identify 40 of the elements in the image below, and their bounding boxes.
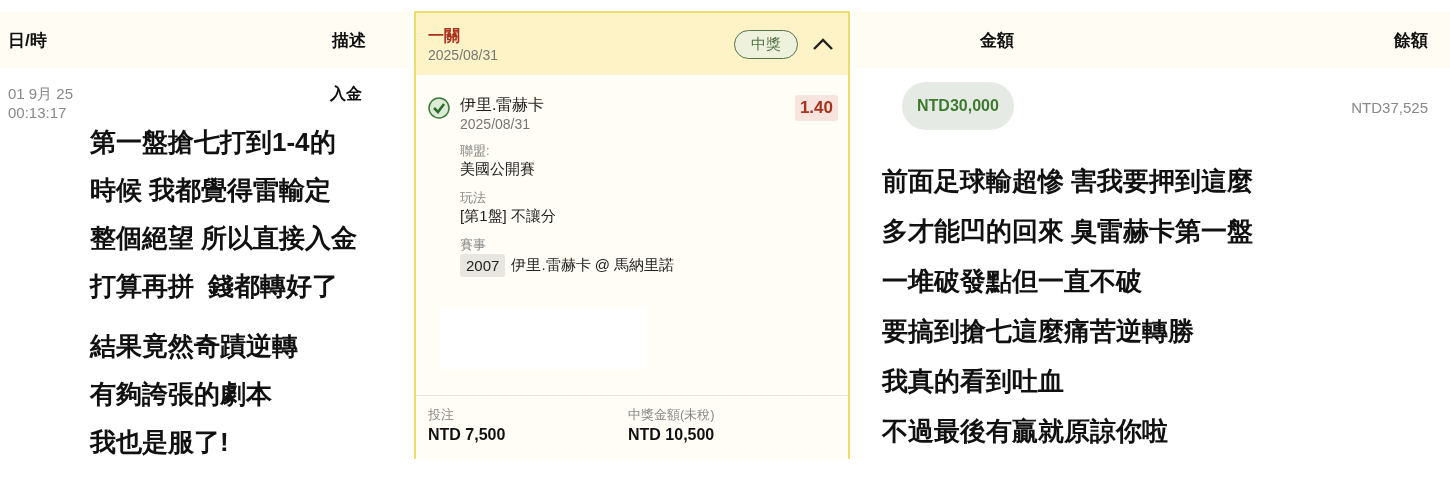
column-header: 金額 xyxy=(980,29,1014,52)
payout-amount: NTD 10,500 xyxy=(628,426,716,444)
balance-text: NTD37,525 xyxy=(1351,99,1428,116)
column-header: 日/時 xyxy=(8,29,47,52)
detail-label: 玩法 xyxy=(460,189,487,207)
payout-label: 中獎金額(未稅) xyxy=(628,406,716,424)
amount-pill: NTD30,000 xyxy=(902,82,1014,130)
caption-text: 不過最後有贏就原諒你啦 xyxy=(882,415,1169,448)
caption-text: 時候 我都覺得雷輸定 xyxy=(90,174,333,207)
caption-text: 要搞到搶七這麼痛苦逆轉勝 xyxy=(882,315,1195,348)
selection-name: 伊里.雷赫卡 xyxy=(460,95,546,115)
detail-label: 賽事 xyxy=(460,236,487,254)
bet-title: 一關 xyxy=(428,25,461,46)
caption-text: 打算再拼 錢都轉好了 xyxy=(90,270,340,303)
caption-text: 有夠誇張的劇本 xyxy=(90,378,273,411)
caption-text: 多才能凹的回來 臭雷赫卡第一盤 xyxy=(882,215,1255,248)
detail-value: 美國公開賽 xyxy=(460,160,535,179)
event-code: 2007 xyxy=(460,254,506,277)
caption-text: 我也是服了! xyxy=(90,426,230,459)
status-badge: 中獎 xyxy=(734,29,798,59)
odds-badge: 1.40 xyxy=(794,95,838,121)
description-text: 入金 xyxy=(330,84,362,104)
column-header: 餘額 xyxy=(1394,29,1428,52)
time-text: 00:13:17 xyxy=(8,103,68,122)
column-header: 描述 xyxy=(332,29,366,52)
caption-text: 結果竟然奇蹟逆轉 xyxy=(90,330,299,363)
caption-text: 一堆破發點但一直不破 xyxy=(882,265,1143,298)
bet-date: 2025/08/31 xyxy=(428,46,500,63)
date-text: 01 9月 25 xyxy=(8,84,74,103)
detail-label: 聯盟: xyxy=(460,142,491,160)
caption-text: 我真的看到吐血 xyxy=(882,365,1065,398)
detail-value: 伊里.雷赫卡 @ 馬納里諾 xyxy=(511,256,675,275)
caption-text: 整個絕望 所以直接入金 xyxy=(90,222,359,255)
detail-value: [第1盤] 不讓分 xyxy=(460,207,556,226)
caption-text: 前面足球輸超慘 害我要押到這麼 xyxy=(882,165,1255,198)
stake-label: 投注 xyxy=(428,406,455,424)
stake-amount: NTD 7,500 xyxy=(428,426,507,444)
caption-text: 第一盤搶七打到1-4的 xyxy=(90,126,337,159)
collapse-icon[interactable] xyxy=(812,37,834,51)
selection-date: 2025/08/31 xyxy=(460,116,532,132)
